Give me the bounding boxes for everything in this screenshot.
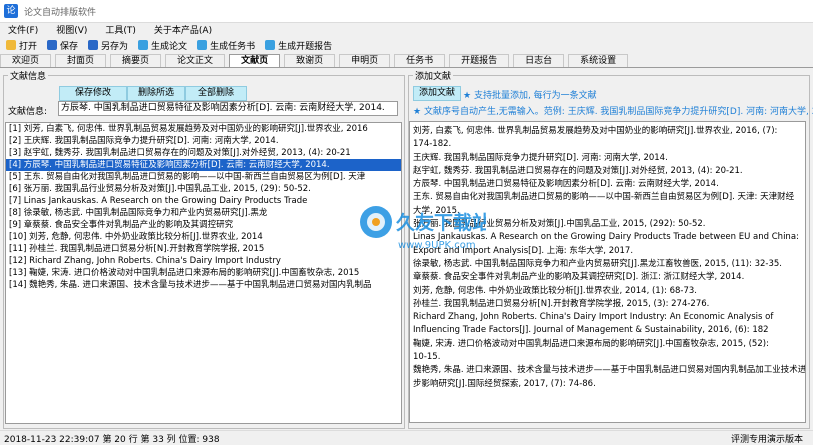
menu-about[interactable]: 关于本产品(A) — [154, 23, 212, 36]
list-item[interactable]: [2] 王庆辉. 我国乳制品国际竞争力提升研究[D]. 河南: 河南大学, 20… — [6, 135, 401, 147]
list-item[interactable]: [10] 刘芳, 危静, 何忠伟. 中外奶业政策比较分析[J].世界农业, 20… — [6, 231, 401, 243]
generate-report-label: 生成开题报告 — [278, 41, 333, 52]
text-line: 孙桂兰. 我国乳制品进口贸易分析[N].开封教育学院学报, 2015, (3):… — [413, 298, 710, 309]
add-literature-textarea[interactable]: 刘芳, 白素飞, 何忠伟. 世界乳制品贸易发展趋势及对中国奶业的影响研究[J].… — [409, 121, 806, 423]
tab-abstract[interactable]: 摘要页 — [110, 54, 162, 67]
save-as-icon — [88, 40, 99, 50]
tab-body[interactable]: 论文正文 — [165, 54, 226, 67]
tab-cover[interactable]: 封面页 — [55, 54, 107, 67]
menu-tools[interactable]: 工具(T) — [105, 23, 136, 36]
list-item[interactable]: [11] 孙桂兰. 我国乳制品进口贸易分析[N].开封教育学院学报, 2015 — [6, 243, 401, 255]
list-item[interactable]: [6] 张万丽. 我国乳品行业贸易分析及对策[J].中国乳品工业, 2015, … — [6, 183, 401, 195]
add-literature-title: 添加文献 — [413, 69, 454, 82]
list-item[interactable]: [14] 魏艳秀, 朱晶. 进口来源国、技术含量与技术进步——基于中国乳制品进口… — [6, 279, 401, 291]
status-version: 评测专用演示版本 — [730, 434, 803, 445]
text-line: 魏艳秀, 朱晶. 进口来源国、技术含量与技术进步——基于中国乳制品进口贸易对国内… — [413, 365, 806, 376]
menu-bar: 文件(F) 视图(V) 工具(T) 关于本产品(A) — [0, 22, 813, 36]
tab-task[interactable]: 任务书 — [394, 54, 446, 67]
generate-paper-label: 生成论文 — [151, 41, 188, 52]
menu-view[interactable]: 视图(V) — [56, 23, 87, 36]
status-bar: 2018-11-23 22:39:07 第 20 行 第 33 列 位置: 93… — [0, 430, 813, 445]
add-literature-button[interactable]: 添加文献 — [413, 86, 461, 101]
list-item[interactable]: [1] 刘芳, 白素飞, 何忠伟. 世界乳制品贸易发展趋势及对中国奶业的影响研究… — [6, 123, 401, 135]
generate-task-icon — [197, 40, 208, 50]
text-line: 鞠婕, 宋涛. 进口价格波动对中国乳制品进口来源布局的影响研究[J].中国畜牧杂… — [413, 338, 769, 349]
delete-selected-button[interactable]: 删除所选 — [127, 86, 185, 101]
save-as-label: 另存为 — [101, 41, 129, 52]
text-line: 赵宇虹, 魏秀芬. 我国乳制品进口贸易存在的问题及对策[J].对外经贸, 201… — [413, 165, 743, 176]
app-icon: 论 — [4, 4, 18, 18]
hint-format-text: 文献序号自动产生,无需输入。范例: 王庆辉. 我国乳制品国际竞争力提升研究[D]… — [423, 107, 813, 117]
tab-acknowledgement[interactable]: 致谢页 — [284, 54, 336, 67]
status-position: 2018-11-23 22:39:07 第 20 行 第 33 列 位置: 93… — [4, 434, 220, 445]
delete-all-button[interactable]: 全部删除 — [185, 86, 247, 101]
toolbar: 打开 保存 另存为 生成论文 生成任务书 生成开题报告 — [0, 37, 813, 53]
tab-proposal[interactable]: 开题报告 — [449, 54, 510, 67]
list-item[interactable]: [8] 徐录敏, 杨志武. 中国乳制品国际竞争力和产业内贸易研究[J].黑龙 — [6, 207, 401, 219]
save-label: 保存 — [60, 41, 79, 52]
text-line: 徐录敏, 杨志武. 中国乳制品国际竞争力和产业内贸易研究[J].黑龙江畜牧兽医,… — [413, 258, 783, 269]
text-line: Influencing Trade Factors[J]. Journal of… — [413, 325, 769, 336]
text-line: 王庆辉. 我国乳制品国际竞争力提升研究[D]. 河南: 河南大学, 2014. — [413, 152, 668, 163]
text-line: 方辰琴. 中国乳制品进口贸易特征及影响因素分析[D]. 云南: 云南财经大学, … — [413, 179, 719, 190]
menu-file[interactable]: 文件(F) — [8, 23, 38, 36]
save-modify-button[interactable]: 保存修改 — [59, 86, 127, 101]
generate-paper-icon — [138, 40, 149, 50]
generate-report-button[interactable]: 生成开题报告 — [265, 39, 332, 52]
text-line: 10-15. — [413, 352, 441, 363]
text-line: 174-182. — [413, 139, 452, 150]
save-as-button[interactable]: 另存为 — [88, 39, 128, 52]
list-item[interactable]: [3] 赵宇虹, 魏秀芬. 我国乳制品进口贸易存在的问题及对策[J].对外经贸,… — [6, 147, 401, 159]
list-item[interactable]: [5] 王东. 贸易自由化对我国乳制品进口贸易的影响——以中国-新西兰自由贸易区… — [6, 171, 401, 183]
text-line: Richard Zhang, John Roberts. China's Dai… — [413, 312, 774, 323]
list-item[interactable]: [13] 鞠婕, 宋涛. 进口价格波动对中国乳制品进口来源布局的影响研究[J].… — [6, 267, 401, 279]
literature-info-title: 文献信息 — [8, 69, 49, 82]
watermark-logo: 久友下载站 www.9UPK.com — [358, 198, 491, 258]
tab-welcome[interactable]: 欢迎页 — [0, 54, 52, 67]
window-title: 论文自动排版软件 — [24, 7, 97, 18]
generate-task-button[interactable]: 生成任务书 — [197, 39, 255, 52]
reference-list[interactable]: [1] 刘芳, 白素飞, 何忠伟. 世界乳制品贸易发展趋势及对中国奶业的影响研究… — [5, 122, 402, 424]
list-item-selected[interactable]: [4] 方辰琴. 中国乳制品进口贸易特征及影响因素分析[D]. 云南: 云南财经… — [6, 159, 401, 171]
list-item[interactable]: [12] Richard Zhang, John Roberts. China'… — [6, 255, 401, 267]
svg-text:www.9UPK.com: www.9UPK.com — [398, 240, 476, 251]
svg-text:久友下载站: 久友下载站 — [396, 211, 486, 234]
hint-batch-text: 支持批量添加, 每行为一条文献 — [473, 91, 597, 101]
text-line: 章蔡蔡. 食品安全事件对乳制品产业的影响及其调控研究[D]. 浙江: 浙江财经大… — [413, 272, 745, 283]
text-line: 刘芳, 白素飞, 何忠伟. 世界乳制品贸易发展趋势及对中国奶业的影响研究[J].… — [413, 126, 778, 136]
open-label: 打开 — [19, 41, 38, 52]
list-item[interactable]: [9] 章蔡蔡. 食品安全事件对乳制品产业的影响及其调控研究 — [6, 219, 401, 231]
generate-report-icon — [265, 40, 276, 50]
tab-declaration[interactable]: 申明页 — [339, 54, 391, 67]
hint-format: ★ 文献序号自动产生,无需输入。范例: 王庆辉. 我国乳制品国际竞争力提升研究[… — [413, 104, 813, 117]
watermark-svg: 久友下载站 www.9UPK.com — [360, 206, 491, 251]
generate-task-label: 生成任务书 — [210, 41, 256, 52]
generate-paper-button[interactable]: 生成论文 — [138, 39, 187, 52]
tab-settings[interactable]: 系统设置 — [568, 54, 629, 67]
title-bar: 论 论文自动排版软件 — [0, 0, 813, 23]
save-button[interactable]: 保存 — [47, 39, 78, 52]
tab-strip: 欢迎页 封面页 摘要页 论文正文 文献页 致谢页 申明页 任务书 开题报告 日志… — [0, 53, 813, 68]
hint-batch: ★ 支持批量添加, 每行为一条文献 — [463, 91, 597, 101]
folder-open-icon — [6, 40, 16, 50]
literature-field[interactable]: 方辰琴. 中国乳制品进口贸易特征及影响因素分析[D]. 云南: 云南财经大学, … — [58, 101, 398, 116]
list-item[interactable]: [7] Linas Jankauskas. A Research on the … — [6, 195, 401, 207]
text-line: 步影响研究[J].国际经贸探索, 2017, (7): 74-86. — [413, 378, 596, 389]
literature-field-label: 文献信息: — [8, 107, 48, 117]
save-icon — [47, 40, 58, 50]
tab-references[interactable]: 文献页 — [229, 54, 281, 67]
open-button[interactable]: 打开 — [6, 39, 37, 52]
text-line: 刘芳, 危静, 何忠伟. 中外奶业政策比较分析[J].世界农业, 2014, (… — [413, 285, 698, 296]
tab-log[interactable]: 日志台 — [513, 54, 565, 67]
